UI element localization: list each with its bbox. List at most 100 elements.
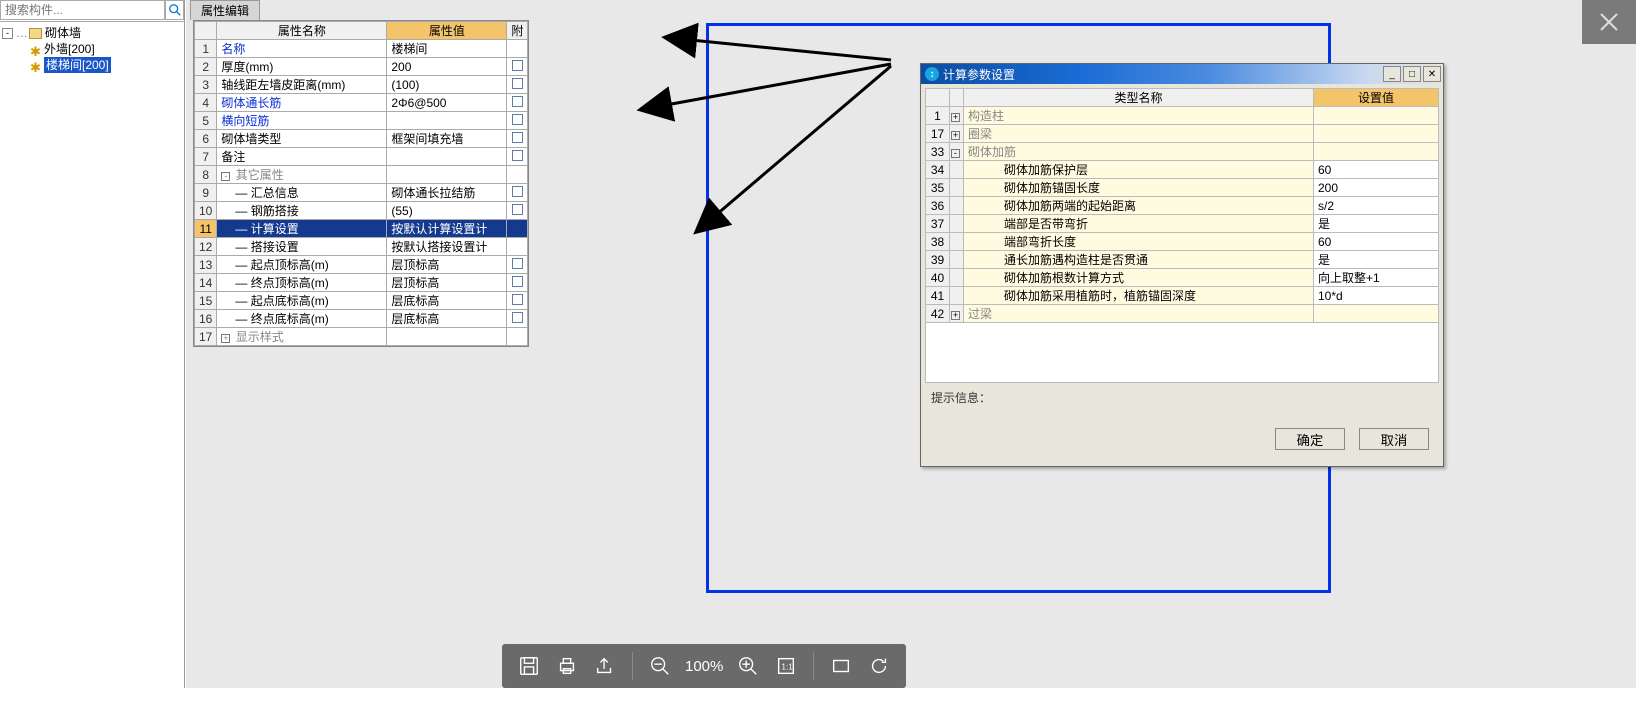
- tab-property-edit[interactable]: 属性编辑: [190, 0, 260, 20]
- checkbox[interactable]: [512, 312, 523, 323]
- dialog-close-button[interactable]: ✕: [1423, 66, 1441, 82]
- param-row[interactable]: 35砌体加筋锚固长度200: [926, 179, 1439, 197]
- property-row[interactable]: 9— 汇总信息砌体通长拉结筋: [195, 184, 528, 202]
- component-tree-sidebar: - … 砌体墙 外墙[200] 楼梯间[200]: [0, 0, 185, 688]
- checkbox[interactable]: [512, 276, 523, 287]
- component-tree: - … 砌体墙 外墙[200] 楼梯间[200]: [0, 22, 184, 76]
- dialog-title: 计算参数设置: [943, 66, 1381, 83]
- col-set-value: 设置值: [1314, 89, 1439, 107]
- print-icon: [556, 655, 578, 677]
- actual-size-icon: 1:1: [775, 655, 797, 677]
- save-icon: [518, 655, 540, 677]
- annotation-arrows: [486, 20, 916, 240]
- dialog-maximize-button[interactable]: □: [1403, 66, 1421, 82]
- folder-icon: [29, 28, 42, 39]
- property-row[interactable]: 5横向短筋: [195, 112, 528, 130]
- checkbox[interactable]: [512, 114, 523, 125]
- checkbox[interactable]: [512, 60, 523, 71]
- search-row: [0, 0, 184, 22]
- search-icon: [168, 3, 182, 17]
- search-button[interactable]: [165, 0, 184, 20]
- property-row[interactable]: 7备注: [195, 148, 528, 166]
- zoom-out-icon: [649, 655, 671, 677]
- col-value: 属性值: [387, 22, 507, 40]
- main-area: 属性编辑 属性名称 属性值 附 1名称楼梯间2厚度(mm)2003轴线距左墙皮距…: [186, 0, 1636, 688]
- checkbox[interactable]: [512, 186, 523, 197]
- checkbox[interactable]: [512, 96, 523, 107]
- tree-toggle-icon[interactable]: +: [951, 131, 960, 140]
- node-icon: [30, 44, 41, 55]
- tree-toggle-icon[interactable]: +: [951, 311, 960, 320]
- param-row[interactable]: 42+过梁: [926, 305, 1439, 323]
- checkbox[interactable]: [512, 294, 523, 305]
- property-row[interactable]: 10— 钢筋搭接(55): [195, 202, 528, 220]
- checkbox[interactable]: [512, 150, 523, 161]
- zoom-out-button[interactable]: [643, 649, 677, 683]
- tree-label: 外墙[200]: [44, 41, 95, 57]
- param-row[interactable]: 1+构造柱: [926, 107, 1439, 125]
- property-row[interactable]: 15— 起点底标高(m)层底标高: [195, 292, 528, 310]
- param-row[interactable]: 17+圈梁: [926, 125, 1439, 143]
- tree-toggle-icon[interactable]: -: [2, 28, 13, 39]
- tree-label: 砌体墙: [45, 25, 81, 41]
- property-row[interactable]: 12— 搭接设置按默认搭接设置计: [195, 238, 528, 256]
- property-row[interactable]: 2厚度(mm)200: [195, 58, 528, 76]
- param-table: 类型名称 设置值 1+构造柱17+圈梁33-砌体加筋34砌体加筋保护层6035砌…: [925, 88, 1439, 323]
- tree-toggle-icon[interactable]: +: [951, 113, 960, 122]
- property-row[interactable]: 8- 其它属性: [195, 166, 528, 184]
- property-row[interactable]: 4砌体通长筋2Φ6@500: [195, 94, 528, 112]
- property-row[interactable]: 17+ 显示样式: [195, 328, 528, 346]
- checkbox[interactable]: [512, 204, 523, 215]
- checkbox[interactable]: [512, 78, 523, 89]
- search-input[interactable]: [0, 0, 165, 20]
- dialog-app-icon: ↕: [925, 67, 939, 81]
- property-row[interactable]: 3轴线距左墙皮距离(mm)(100): [195, 76, 528, 94]
- tree-root[interactable]: - … 砌体墙: [2, 25, 182, 41]
- param-row[interactable]: 33-砌体加筋: [926, 143, 1439, 161]
- property-row[interactable]: 13— 起点顶标高(m)层顶标高: [195, 256, 528, 274]
- share-button[interactable]: [588, 649, 622, 683]
- param-row[interactable]: 40砌体加筋根数计算方式向上取整+1: [926, 269, 1439, 287]
- ok-button[interactable]: 确定: [1275, 428, 1345, 450]
- param-row[interactable]: 37端部是否带弯折是: [926, 215, 1439, 233]
- checkbox[interactable]: [512, 258, 523, 269]
- zoom-level: 100%: [685, 658, 723, 675]
- property-table: 属性名称 属性值 附 1名称楼梯间2厚度(mm)2003轴线距左墙皮距离(mm)…: [193, 20, 529, 347]
- param-row[interactable]: 38端部弯折长度60: [926, 233, 1439, 251]
- fit-icon: [830, 655, 852, 677]
- property-row[interactable]: 1名称楼梯间: [195, 40, 528, 58]
- bottom-toolbar: 100% 1:1: [502, 644, 906, 688]
- app-close-button[interactable]: [1582, 0, 1636, 44]
- param-row[interactable]: 41砌体加筋采用植筋时，植筋锚固深度10*d: [926, 287, 1439, 305]
- property-row[interactable]: 14— 终点顶标高(m)层顶标高: [195, 274, 528, 292]
- cancel-button[interactable]: 取消: [1359, 428, 1429, 450]
- property-row[interactable]: 11— 计算设置按默认计算设置计: [195, 220, 528, 238]
- zoom-in-icon: [737, 655, 759, 677]
- property-row[interactable]: 16— 终点底标高(m)层底标高: [195, 310, 528, 328]
- actual-size-button[interactable]: 1:1: [769, 649, 803, 683]
- node-icon: [30, 60, 41, 71]
- property-row[interactable]: 6砌体墙类型框架间填充墙: [195, 130, 528, 148]
- rotate-button[interactable]: [862, 649, 896, 683]
- checkbox[interactable]: [512, 132, 523, 143]
- dialog-minimize-button[interactable]: _: [1383, 66, 1401, 82]
- tree-item-wall1[interactable]: 外墙[200]: [2, 41, 182, 57]
- dialog-titlebar[interactable]: ↕ 计算参数设置 _ □ ✕: [921, 64, 1443, 84]
- rotate-icon: [868, 655, 890, 677]
- fit-button[interactable]: [824, 649, 858, 683]
- param-row[interactable]: 34砌体加筋保护层60: [926, 161, 1439, 179]
- col-type-name: 类型名称: [964, 89, 1314, 107]
- print-button[interactable]: [550, 649, 584, 683]
- col-att: 附: [507, 22, 528, 40]
- svg-text:1:1: 1:1: [782, 663, 794, 672]
- tree-toggle-icon[interactable]: -: [951, 149, 960, 158]
- tree-label-selected: 楼梯间[200]: [44, 57, 111, 73]
- dialog-hint: 提示信息：: [925, 383, 1439, 422]
- param-row[interactable]: 39通长加筋遇构造柱是否贯通是: [926, 251, 1439, 269]
- tree-item-wall2[interactable]: 楼梯间[200]: [2, 57, 182, 73]
- col-name: 属性名称: [217, 22, 387, 40]
- calc-param-dialog: ↕ 计算参数设置 _ □ ✕ 类型名称 设置值 1+构造柱17+圈梁33-砌体加…: [920, 63, 1444, 467]
- save-button[interactable]: [512, 649, 546, 683]
- zoom-in-button[interactable]: [731, 649, 765, 683]
- param-row[interactable]: 36砌体加筋两端的起始距离s/2: [926, 197, 1439, 215]
